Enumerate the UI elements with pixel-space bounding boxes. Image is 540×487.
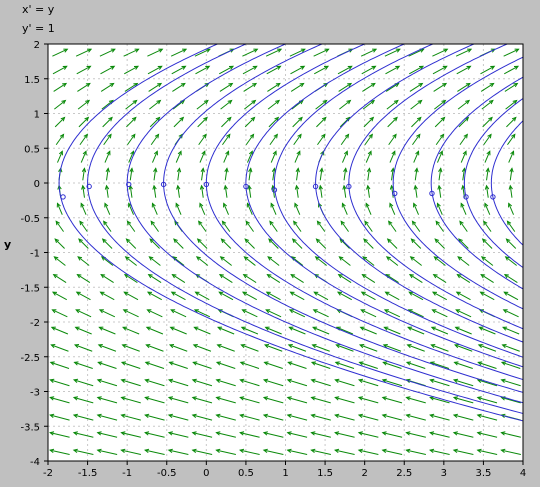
x-tick-label: -1 bbox=[122, 468, 132, 479]
x-tick-label: -2 bbox=[43, 468, 53, 479]
y-tick-label: -3 bbox=[30, 388, 40, 399]
x-tick-label: 4 bbox=[520, 468, 526, 479]
y-tick-label: 0 bbox=[34, 179, 40, 190]
y-tick-label: -0.5 bbox=[20, 214, 40, 225]
x-tick-label: 2 bbox=[361, 468, 367, 479]
x-tick-label: 3 bbox=[441, 468, 447, 479]
phase-plane-chart[interactable]: -2 -1.5 -1 -0.5 0 0.5 1 1.5 2 2.5 3 3.5 4 2 1.5 1 0.5 0 -0… bbox=[0, 0, 540, 487]
x-tick-label: 2.5 bbox=[396, 468, 412, 479]
y-tick-label: -1.5 bbox=[20, 283, 40, 294]
x-tick-label: 0.5 bbox=[238, 468, 254, 479]
y-tick-label: 0.5 bbox=[24, 144, 40, 155]
x-tick-label: -1.5 bbox=[78, 468, 98, 479]
y-tick-label: -4 bbox=[30, 457, 40, 468]
y-tick-label: 1 bbox=[34, 110, 40, 121]
y-tick-label: -2.5 bbox=[20, 353, 40, 364]
x-tick-label: 1 bbox=[282, 468, 288, 479]
x-tick-label: 1.5 bbox=[317, 468, 333, 479]
y-tick-label: -3.5 bbox=[20, 422, 40, 433]
x-tick-label: 3.5 bbox=[475, 468, 491, 479]
y-tick-label: -2 bbox=[30, 318, 40, 329]
y-tick-label: 1.5 bbox=[24, 75, 40, 86]
y-tick-label: -1 bbox=[30, 249, 40, 260]
x-tick-label: -0.5 bbox=[157, 468, 177, 479]
x-tick-label: 0 bbox=[203, 468, 209, 479]
plot-window: x' = y y' = 1 y -2 -1.5 -1 -0.5 0 0.5 1 1.5 2 2.5… bbox=[0, 0, 540, 487]
y-tick-label: 2 bbox=[34, 40, 40, 51]
